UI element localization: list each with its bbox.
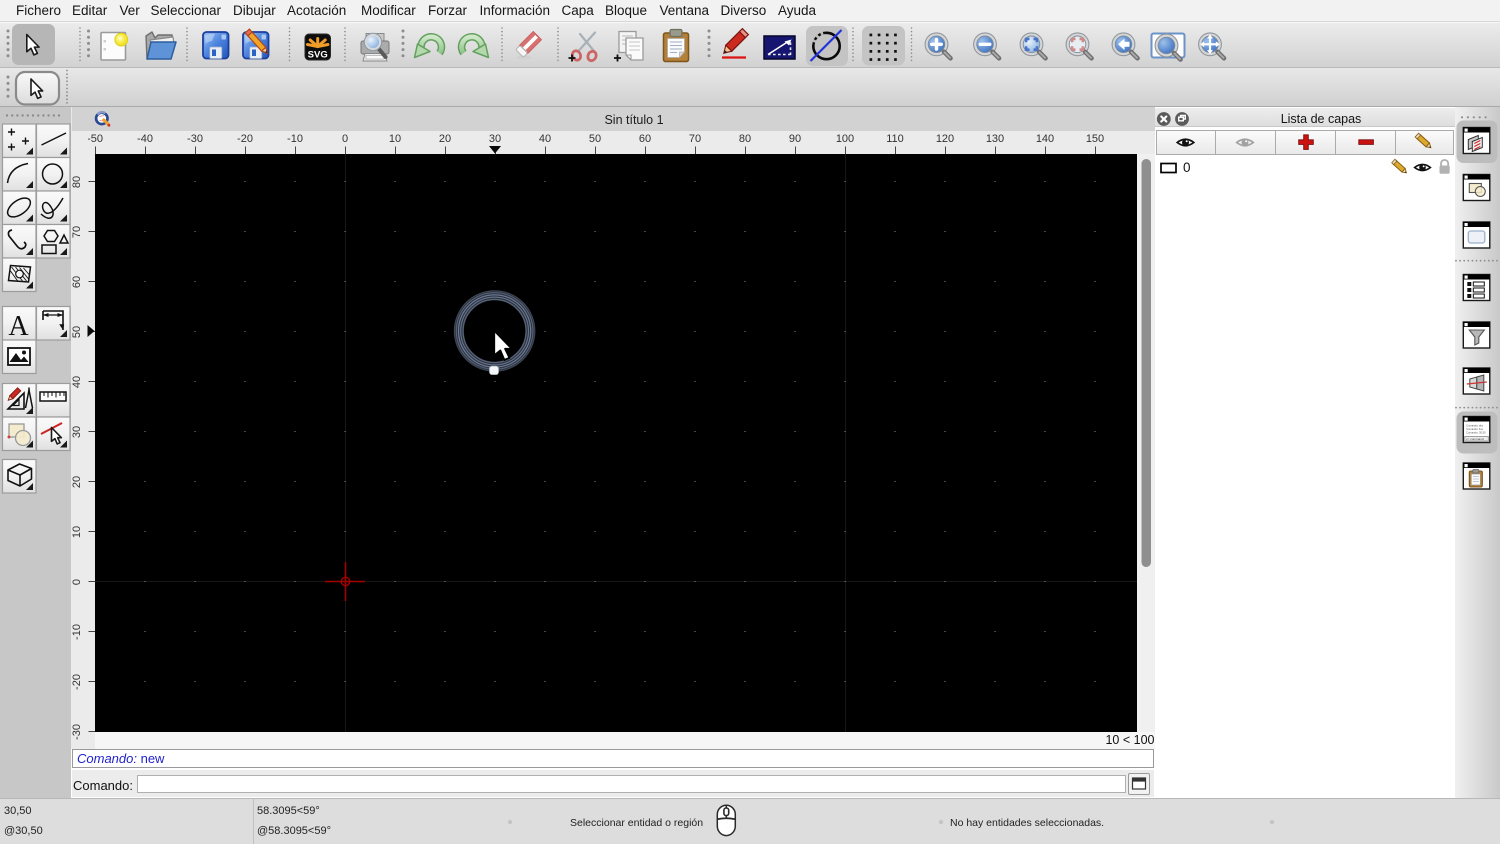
svg-text:Comando: abc: Comando: abc [1466, 424, 1484, 428]
svg-text:Comando: line: Comando: line [1466, 427, 1483, 431]
svg-text:c> command: c> command [1466, 437, 1484, 441]
svg-text:Comando: 30,50: Comando: 30,50 [1466, 431, 1486, 435]
svg-text:A: A [8, 311, 29, 342]
svg-text:SVG: SVG [308, 50, 328, 61]
